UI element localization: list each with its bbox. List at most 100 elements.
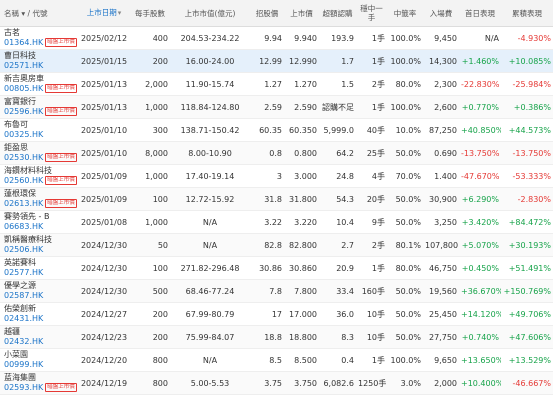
stock-name-cell[interactable]: 英諾賽科 02577.HK <box>0 256 78 280</box>
list-price: 9.940 <box>284 26 319 50</box>
col-mcap-header[interactable]: 上市市值(億元) <box>170 0 250 27</box>
table-row[interactable]: 凱稱醫療科技 02506.HK 2024/12/30 50 N/A 82.8 82.800 2… <box>0 233 553 257</box>
day1-performance: +6.290% <box>459 187 501 211</box>
win-lot: 1手 <box>356 49 387 73</box>
stock-name-cell[interactable]: 曹日科技 02571.HK <box>0 49 78 73</box>
stock-name-cell[interactable]: 富寶銀行 02596.HK 暗盤上市價 <box>0 95 78 119</box>
market-cap: N/A <box>170 348 250 372</box>
offer-price: 9.94 <box>250 26 284 50</box>
stock-name-cell[interactable]: 凱稱醫療科技 02506.HK <box>0 233 78 257</box>
oversubscription: 1.7 <box>319 49 356 73</box>
cumulative-performance: +13.529% <box>501 348 553 372</box>
table-row[interactable]: 越疆 02432.HK 2024/12/23 200 75.99-84.07 18.8 18… <box>0 325 553 349</box>
col-offer-price-header[interactable]: 招股價 <box>250 0 284 27</box>
stock-code-link[interactable]: 02530.HK <box>4 153 43 162</box>
day1-performance: N/A <box>459 26 501 50</box>
cumulative-performance: +84.472% <box>501 210 553 234</box>
cumulative-performance: +0.386% <box>501 95 553 119</box>
stock-name-cell[interactable]: 布魯可 00325.HK <box>0 118 78 142</box>
stock-code-link[interactable]: 02560.HK <box>4 176 43 185</box>
oversubscription: 193.9 <box>319 26 356 50</box>
col-list-price-header[interactable]: 上市價 <box>284 0 319 27</box>
col-list-date-header[interactable]: 上市日期▾ <box>78 0 130 27</box>
stock-name-cell[interactable]: 古茗 01364.HK 暗盤上市價 <box>0 26 78 50</box>
table-row[interactable]: 富寶銀行 02596.HK 暗盤上市價 2025/01/13 1,000 118.84-1… <box>0 95 553 119</box>
offer-price: 8.5 <box>250 348 284 372</box>
stock-code-link[interactable]: 01364.HK <box>4 38 43 47</box>
entry-fee: 3,250 <box>423 210 459 234</box>
col-name-header[interactable]: 名稱 ▾ / 代號 <box>0 0 78 27</box>
stock-code-link[interactable]: 06683.HK <box>4 222 43 231</box>
stock-name-cell[interactable]: 海鑽材料科技 02560.HK 暗盤上市價 <box>0 164 78 188</box>
table-row[interactable]: 布魯可 00325.HK 2025/01/10 300 138.71-150.42 60.… <box>0 118 553 142</box>
stock-code-link[interactable]: 02431.HK <box>4 314 43 323</box>
entry-fee: 2,300 <box>423 72 459 96</box>
table-row[interactable]: 曹日科技 02571.HK 2025/01/15 200 16.00-24.00 12.9… <box>0 49 553 73</box>
stock-name-cell[interactable]: 優學之源 02587.HK <box>0 279 78 303</box>
win-lot: 10手 <box>356 325 387 349</box>
stock-name-cell[interactable]: 小菜園 00999.HK <box>0 348 78 372</box>
stock-name: 新吉奧房車 <box>4 74 44 83</box>
col-entry-fee-header[interactable]: 入場費 <box>423 0 459 27</box>
stock-code-link[interactable]: 00805.HK <box>4 84 43 93</box>
table-row[interactable]: 賽勢領先 - B 06683.HK 2025/01/08 1,000 N/A 3.22 3.… <box>0 210 553 234</box>
col-day1-header[interactable]: 首日表現 <box>459 0 501 27</box>
col-win-rate-header[interactable]: 中籤率 <box>387 0 423 27</box>
lot-size: 200 <box>130 302 170 326</box>
stock-code-link[interactable]: 02432.HK <box>4 337 43 346</box>
stock-name-cell[interactable]: 鉅盈思 02530.HK 暗盤上市價 <box>0 141 78 165</box>
stock-name: 蓝海集團 <box>4 373 36 382</box>
list-price: 3.220 <box>284 210 319 234</box>
table-row[interactable]: 英諾賽科 02577.HK 2024/12/30 100 271.82-296.48 30… <box>0 256 553 280</box>
stock-name-cell[interactable]: 越疆 02432.HK <box>0 325 78 349</box>
col-oversub-header[interactable]: 超額認購 <box>319 0 356 27</box>
market-cap: N/A <box>170 210 250 234</box>
list-date: 2024/12/23 <box>78 325 130 349</box>
col-cumulative-header[interactable]: 累積表現 <box>501 0 553 27</box>
entry-fee: 1.400 <box>423 164 459 188</box>
stock-code-link[interactable]: 02593.HK <box>4 383 43 392</box>
col-lot-header[interactable]: 每手股數 <box>130 0 170 27</box>
table-row[interactable]: 鉅盈思 02530.HK 暗盤上市價 2025/01/10 8,000 8.00-10.9… <box>0 141 553 165</box>
stock-name-cell[interactable]: 蓮根環保 02613.HK 暗盤上市價 <box>0 187 78 211</box>
table-row[interactable]: 蓝海集團 02593.HK 暗盤上市價 2024/12/19 800 5.00-5.53 3… <box>0 371 553 395</box>
market-cap: 67.99-80.79 <box>170 302 250 326</box>
win-lot: 1手 <box>356 26 387 50</box>
lot-size: 1,000 <box>130 210 170 234</box>
oversubscription: 6,082.6 <box>319 371 356 395</box>
table-row[interactable]: 小菜園 00999.HK 2024/12/20 800 N/A 8.5 8.500 0.4 1手… <box>0 348 553 372</box>
day1-performance: +1.460% <box>459 49 501 73</box>
stock-code-link[interactable]: 02613.HK <box>4 199 43 208</box>
stock-code-link[interactable]: 02596.HK <box>4 107 43 116</box>
stock-code-link[interactable]: 02587.HK <box>4 291 43 300</box>
lot-size: 1,000 <box>130 164 170 188</box>
table-row[interactable]: 蓮根環保 02613.HK 暗盤上市價 2025/01/09 100 12.72-15.9… <box>0 187 553 211</box>
stock-name-cell[interactable]: 新吉奧房車 00805.HK 暗盤上市價 <box>0 72 78 96</box>
offer-price: 0.8 <box>250 141 284 165</box>
table-row[interactable]: 海鑽材料科技 02560.HK 暗盤上市價 2025/01/09 1,000 17.40-… <box>0 164 553 188</box>
list-date: 2025/01/10 <box>78 141 130 165</box>
table-row[interactable]: 優學之源 02587.HK 2024/12/30 500 68.46-77.24 7.8 7… <box>0 279 553 303</box>
list-date: 2024/12/27 <box>78 302 130 326</box>
stock-code-link[interactable]: 02571.HK <box>4 61 43 70</box>
stock-name: 英諾賽科 <box>4 258 36 267</box>
win-rate: 100.0% <box>387 348 423 372</box>
stock-name-cell[interactable]: 蓝海集團 02593.HK 暗盤上市價 <box>0 371 78 395</box>
stock-code-link[interactable]: 00325.HK <box>4 130 43 139</box>
stock-code-link[interactable]: 02577.HK <box>4 268 43 277</box>
market-cap: N/A <box>170 233 250 257</box>
table-row[interactable]: 新吉奧房車 00805.HK 暗盤上市價 2025/01/13 2,000 11.90-1… <box>0 72 553 96</box>
win-rate: 3.0% <box>387 371 423 395</box>
stock-name-cell[interactable]: 佑榮創新 02431.HK <box>0 302 78 326</box>
cumulative-performance: -2.830% <box>501 187 553 211</box>
table-row[interactable]: 古茗 01364.HK 暗盤上市價 2025/02/12 400 204.53-234.2… <box>0 26 553 50</box>
table-row[interactable]: 佑榮創新 02431.HK 2024/12/27 200 67.99-80.79 17 17… <box>0 302 553 326</box>
market-cap: 11.90-15.74 <box>170 72 250 96</box>
market-cap: 17.40-19.14 <box>170 164 250 188</box>
day1-performance: -13.750% <box>459 141 501 165</box>
entry-fee: 9,650 <box>423 348 459 372</box>
stock-name-cell[interactable]: 賽勢領先 - B 06683.HK <box>0 210 78 234</box>
col-win-lot-header[interactable]: 穩中一手 <box>356 0 387 27</box>
stock-code-link[interactable]: 02506.HK <box>4 245 43 254</box>
stock-code-link[interactable]: 00999.HK <box>4 360 43 369</box>
